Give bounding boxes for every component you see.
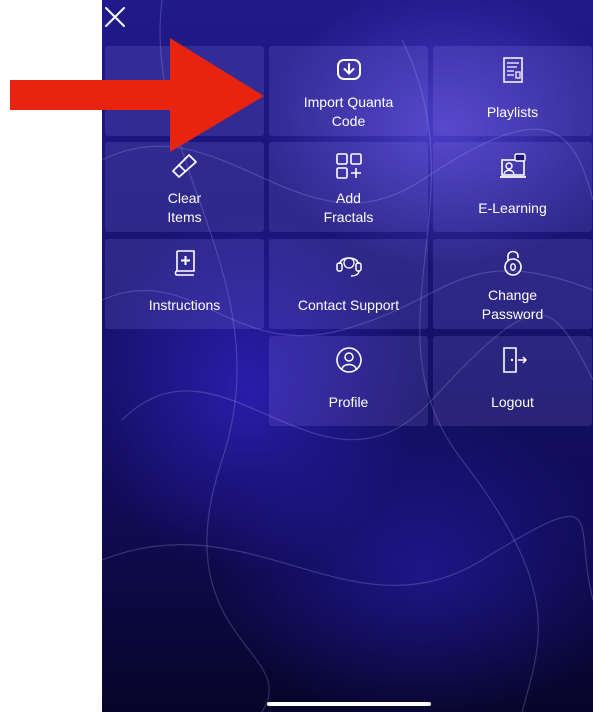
grid-plus-icon (335, 153, 362, 179)
tile-label: & (179, 104, 190, 120)
app-screen: & Import Quanta Code Playlists Clear Ite… (102, 0, 593, 712)
medical-book-icon (174, 250, 195, 276)
tile-label: Change Password (481, 287, 544, 322)
tile-label: Import Quanta Code (303, 94, 394, 129)
tile-label: E-Learning (478, 200, 547, 216)
tile-label: Instructions (148, 297, 221, 313)
tile-label: Playlists (486, 104, 539, 120)
elearning-icon (499, 153, 526, 178)
tile-e-learning[interactable]: E-Learning (433, 142, 592, 232)
user-icon (335, 347, 362, 373)
tile-add-fractals[interactable]: Add Fractals (269, 142, 428, 232)
tile-label: Logout (491, 394, 534, 410)
tile-contact-support[interactable]: Contact Support (269, 239, 428, 329)
tile-label: Clear Items (167, 190, 202, 225)
tile-label: Add Fractals (323, 190, 374, 225)
tile-label: Profile (328, 394, 369, 410)
lock-icon (503, 250, 522, 276)
playlist-icon (502, 57, 523, 83)
tile-profile[interactable]: Profile (269, 336, 428, 426)
tile-label: Contact Support (297, 297, 400, 313)
tile-partial[interactable]: & (105, 46, 264, 136)
tile-instructions[interactable]: Instructions (105, 239, 264, 329)
download-box-icon (336, 59, 361, 80)
tile-clear-items[interactable]: Clear Items (105, 142, 264, 232)
tile-logout[interactable]: Logout (433, 336, 592, 426)
eraser-icon (171, 154, 197, 178)
tile-change-password[interactable]: Change Password (433, 239, 592, 329)
logout-icon (502, 347, 527, 373)
x-icon (105, 7, 125, 27)
close-button[interactable] (102, 4, 128, 30)
tile-playlists[interactable]: Playlists (433, 46, 592, 136)
support-24-icon (335, 257, 362, 277)
tile-import-quanta-code[interactable]: Import Quanta Code (269, 46, 428, 136)
home-indicator[interactable] (267, 702, 431, 706)
